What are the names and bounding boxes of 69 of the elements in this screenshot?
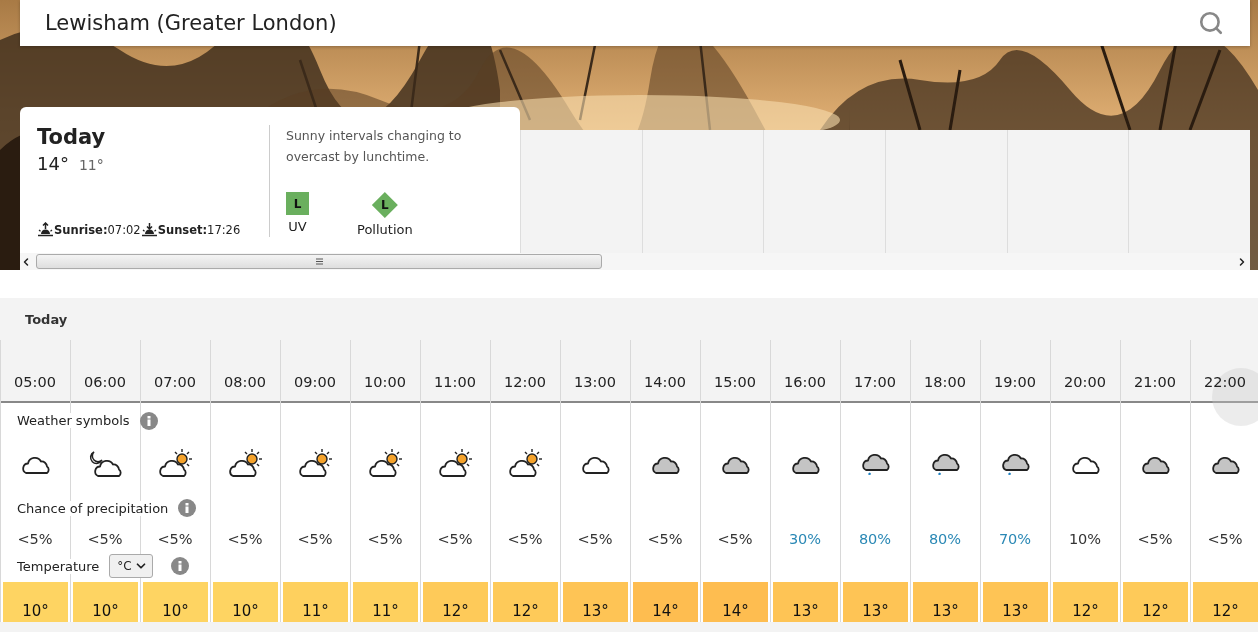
- day-title: Today: [37, 125, 107, 149]
- temperature-bar: 13°: [913, 582, 978, 622]
- index-label: UV: [288, 219, 307, 234]
- row-label: Weather symbols: [17, 413, 130, 428]
- hour-label: 12:00: [504, 374, 546, 390]
- temperature-bar: 10°: [143, 582, 208, 622]
- hour-label: 07:00: [154, 374, 196, 390]
- hour-label: 11:00: [434, 374, 476, 390]
- precipitation-value: <5%: [367, 531, 403, 547]
- temperature-bar: 14°: [703, 582, 768, 622]
- hour-label: 17:00: [854, 374, 896, 390]
- precipitation-value: <5%: [1137, 531, 1173, 547]
- low-temperature: 11°: [78, 157, 104, 173]
- temperature-bar: 10°: [73, 582, 138, 622]
- temperature-bar: 13°: [563, 582, 628, 622]
- uv-badge: L: [286, 192, 309, 215]
- hour-label: 10:00: [364, 374, 406, 390]
- precipitation-value: <5%: [87, 531, 123, 547]
- high-temperature: 14°: [37, 153, 69, 174]
- hour-label: 09:00: [294, 374, 336, 390]
- temperature-bar: 13°: [843, 582, 908, 622]
- precipitation-value: <5%: [1207, 531, 1243, 547]
- hour-label: 16:00: [784, 374, 826, 390]
- hour-label: 18:00: [924, 374, 966, 390]
- temperature-bar: 12°: [1193, 582, 1258, 622]
- precipitation-value: 80%: [928, 531, 962, 547]
- precipitation-value: <5%: [507, 531, 543, 547]
- section-title: Today: [24, 310, 69, 329]
- hour-label: 20:00: [1064, 374, 1106, 390]
- temperature-bar: 10°: [213, 582, 278, 622]
- sunset-time: Sunset:17:26: [157, 222, 241, 237]
- hour-label: 08:00: [224, 374, 266, 390]
- temperature-bar: 11°: [283, 582, 348, 622]
- temperature-bar: 14°: [633, 582, 698, 622]
- temperature-bar: 10°: [3, 582, 68, 622]
- hour-label: 14:00: [644, 374, 686, 390]
- precipitation-value: <5%: [437, 531, 473, 547]
- precipitation-value: 30%: [788, 531, 822, 547]
- precipitation-value: <5%: [17, 531, 53, 547]
- temperature-bar: 13°: [983, 582, 1048, 622]
- precipitation-value: 80%: [858, 531, 892, 547]
- pollution-badge: L: [371, 192, 398, 218]
- unit-select[interactable]: °C: [109, 554, 153, 578]
- day-card[interactable]: Today 14° 11° Sunrise:07:02 Sunset:17:26 Sunny intervals changing to overcast by lunchtime. L UV L Pollution: [20, 107, 520, 253]
- temperature-bar: 12°: [423, 582, 488, 622]
- search-field[interactable]: Lewisham (Greater London): [20, 0, 1250, 46]
- hour-label: 19:00: [994, 374, 1036, 390]
- hour-label: 05:00: [14, 374, 56, 390]
- temperature-bar: 12°: [1053, 582, 1118, 622]
- forecast-summary: Sunny intervals changing to overcast by lunchtime.: [286, 127, 463, 166]
- hour-label: 06:00: [84, 374, 126, 390]
- hour-label: 15:00: [714, 374, 756, 390]
- hour-label: 22:00: [1204, 374, 1246, 390]
- index-label: Pollution: [357, 222, 413, 237]
- precipitation-value: 70%: [998, 531, 1032, 547]
- precipitation-value: <5%: [717, 531, 753, 547]
- precipitation-value: <5%: [297, 531, 333, 547]
- temperature-bar: 12°: [1123, 582, 1188, 622]
- precipitation-value: <5%: [647, 531, 683, 547]
- precipitation-value: <5%: [157, 531, 193, 547]
- sunrise-time: Sunrise:07:02: [54, 222, 141, 237]
- precipitation-value: <5%: [577, 531, 613, 547]
- precipitation-value: 10%: [1068, 531, 1102, 547]
- hour-label: 21:00: [1134, 374, 1176, 390]
- temperature-bar: 11°: [353, 582, 418, 622]
- precipitation-value: <5%: [227, 531, 263, 547]
- temperature-bar: 12°: [493, 582, 558, 622]
- hour-label: 13:00: [574, 374, 616, 390]
- temperature-bar: 13°: [773, 582, 838, 622]
